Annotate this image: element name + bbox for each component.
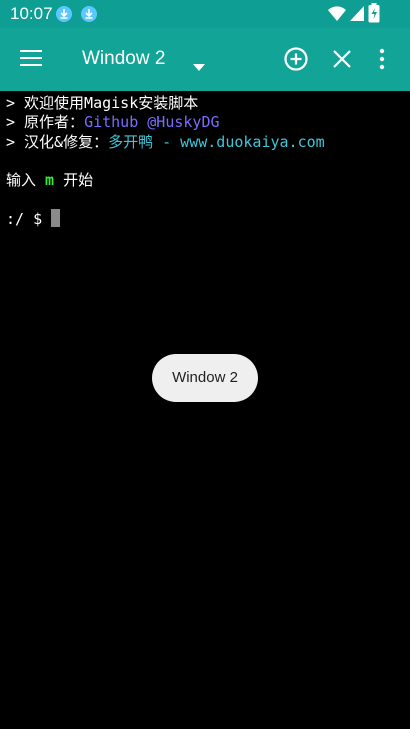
instruction-key: m [45,171,55,189]
dropdown-icon[interactable] [193,56,205,75]
download-icon [55,5,73,27]
add-icon[interactable] [283,46,309,76]
status-bar: 10:07 [0,0,410,28]
window-title[interactable]: Window 2 [82,48,165,70]
instruction-suffix: 开始 [54,171,94,189]
instruction-prefix: 输入 [6,171,46,189]
terminal-view[interactable]: > 欢迎使用Magisk安装脚本 > 原作者：Github @HuskyDG >… [0,91,410,729]
author-value: Github @HuskyDG [84,113,220,131]
download-icon [80,5,98,27]
terminal-line-translation: > 汉化&修复：多开鸭 - www.duokaiya.com [6,133,325,152]
app-bar: Window 2 [0,28,410,91]
text-cursor [51,209,61,227]
menu-icon[interactable] [20,49,44,69]
wifi-icon [327,4,347,26]
terminal-line-instruction: 输入 m 开始 [6,171,93,190]
translation-value: 多开鸭 - www.duokaiya.com [108,133,325,151]
more-icon[interactable] [378,46,386,76]
translation-label: > 汉化&修复： [6,133,109,151]
terminal-line-author: > 原作者：Github @HuskyDG [6,113,220,132]
terminal-prompt-line: :/ $ [6,209,61,229]
toast-message: Window 2 [152,354,258,402]
close-icon[interactable] [331,48,353,74]
terminal-line-welcome: > 欢迎使用Magisk安装脚本 [6,94,199,112]
battery-charging-icon [368,3,380,27]
status-time: 10:07 [10,4,53,23]
author-label: > 原作者： [6,113,85,131]
signal-icon [349,4,365,26]
shell-prompt: :/ $ [6,210,52,228]
